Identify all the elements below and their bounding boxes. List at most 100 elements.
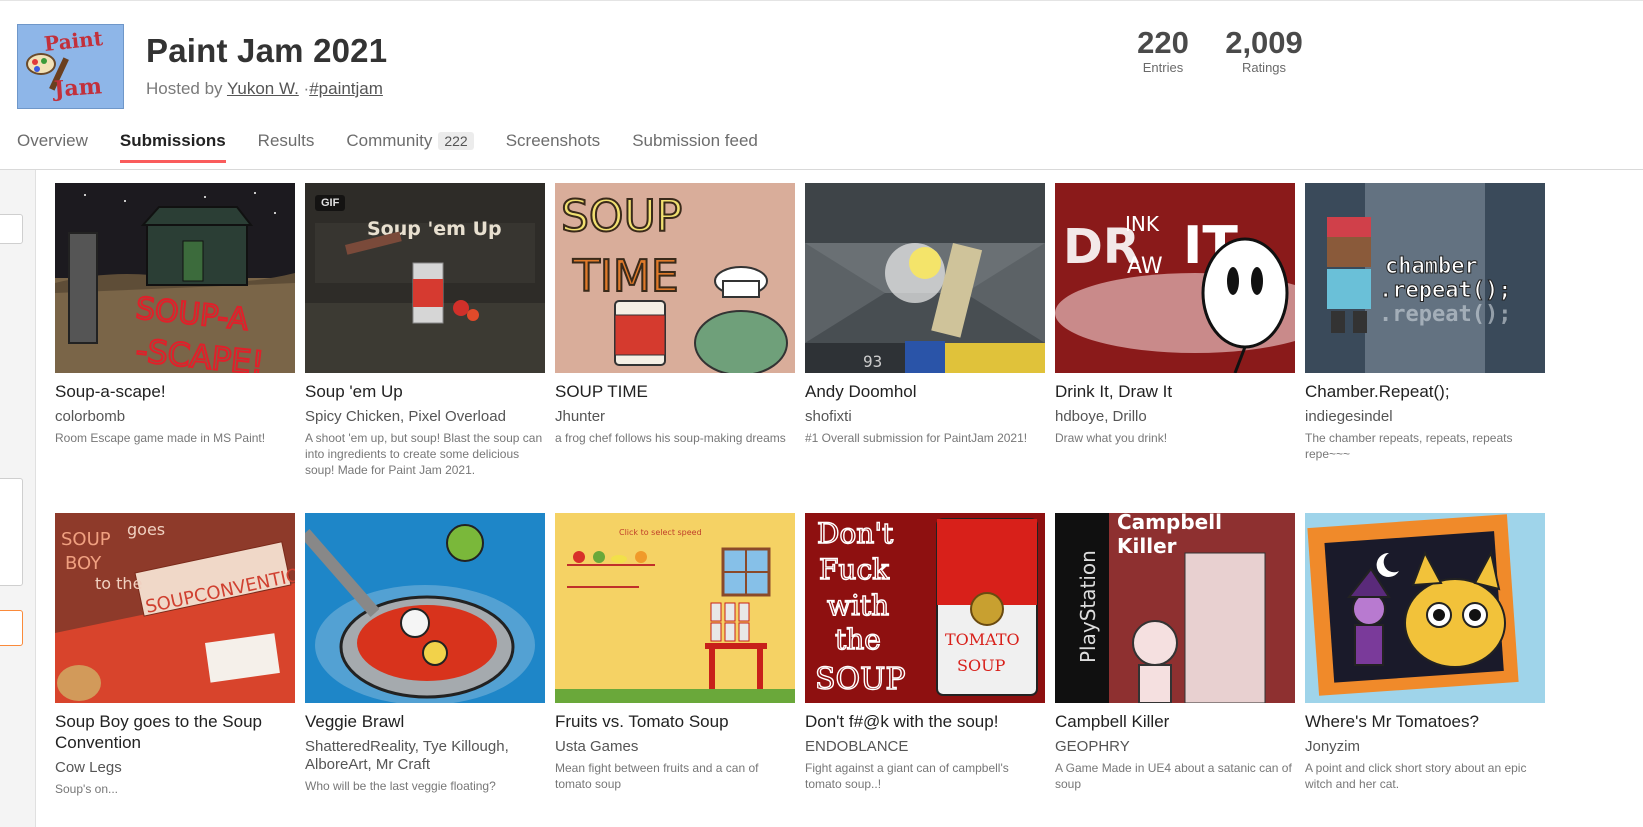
ratings-stat: 2,009 Ratings bbox=[1218, 25, 1310, 76]
game-thumbnail[interactable]: 93 bbox=[805, 183, 1045, 373]
game-title[interactable]: Don't f#@k with the soup! bbox=[805, 711, 1045, 732]
hosted-by-line: Hosted by Yukon W. ·#paintjam bbox=[146, 79, 383, 99]
game-thumbnail[interactable]: Click to select speed bbox=[555, 513, 795, 703]
tab-screenshots[interactable]: Screenshots bbox=[506, 131, 601, 161]
thumb-fruits-vs-tomato: Click to select speed bbox=[555, 513, 795, 703]
jam-header: Paint Jam Paint Jam 2021 Hosted by Yukon… bbox=[0, 0, 1643, 170]
game-description: The chamber repeats, repeats, repeats re… bbox=[1305, 431, 1513, 461]
svg-text:BOY: BOY bbox=[65, 553, 102, 574]
tab-submission-feed[interactable]: Submission feed bbox=[632, 131, 758, 161]
game-author[interactable]: ShatteredReality, Tye Killough, AlboreAr… bbox=[305, 738, 545, 774]
game-author[interactable]: Jonyzim bbox=[1305, 738, 1545, 756]
sidebar-sort-button[interactable] bbox=[0, 610, 23, 646]
tab-results[interactable]: Results bbox=[258, 131, 315, 161]
game-author[interactable]: hdboye, Drillo bbox=[1055, 408, 1295, 426]
svg-text:SOUP: SOUP bbox=[61, 529, 111, 550]
game-description: Draw what you drink! bbox=[1055, 431, 1168, 445]
game-description: Who will be the last veggie floating? bbox=[305, 779, 496, 793]
game-title[interactable]: Fruits vs. Tomato Soup bbox=[555, 711, 795, 732]
game-thumbnail[interactable]: DR INK AW IT bbox=[1055, 183, 1295, 373]
game-description: Fight against a giant can of campbell's … bbox=[805, 761, 1009, 791]
sidebar-filter-panel[interactable] bbox=[0, 478, 23, 586]
palette-icon bbox=[26, 53, 56, 75]
game-description: A Game Made in UE4 about a satanic can o… bbox=[1055, 761, 1292, 791]
svg-text:AW: AW bbox=[1127, 254, 1163, 279]
game-thumbnail[interactable] bbox=[305, 513, 545, 703]
svg-text:goes: goes bbox=[127, 520, 165, 539]
game-thumbnail[interactable] bbox=[1305, 513, 1545, 703]
game-thumbnail[interactable]: SOUPCONVENTION SOUP goes BOY to the bbox=[55, 513, 295, 703]
game-title[interactable]: SOUP TIME bbox=[555, 381, 795, 402]
tab-community-label: Community bbox=[346, 131, 433, 150]
sidebar-search-input[interactable] bbox=[0, 214, 23, 244]
game-title[interactable]: Drink It, Draw It bbox=[1055, 381, 1295, 402]
game-author[interactable]: indiegesindel bbox=[1305, 408, 1545, 426]
thumb-campbell-killer: PlayStation Campbell Killer bbox=[1055, 513, 1295, 703]
svg-text:.repeat();: .repeat(); bbox=[1379, 278, 1511, 303]
game-author[interactable]: Spicy Chicken, Pixel Overload bbox=[305, 408, 545, 426]
jam-title: Paint Jam 2021 bbox=[146, 32, 388, 69]
ratings-count: 2,009 bbox=[1225, 25, 1303, 60]
svg-text:Fuck: Fuck bbox=[819, 553, 890, 586]
game-title[interactable]: Chamber.Repeat(); bbox=[1305, 381, 1545, 402]
entries-stat: 220 Entries bbox=[1128, 25, 1198, 76]
game-title[interactable]: Soup-a-scape! bbox=[55, 381, 295, 402]
thumb-soup-em-up: Soup 'em Up bbox=[305, 183, 545, 373]
game-thumbnail[interactable]: PlayStation Campbell Killer bbox=[1055, 513, 1295, 703]
filter-sidebar bbox=[0, 170, 36, 827]
svg-text:to the: to the bbox=[95, 574, 142, 593]
ratings-label: Ratings bbox=[1241, 60, 1287, 75]
game-title[interactable]: Veggie Brawl bbox=[305, 711, 545, 732]
game-title[interactable]: Andy Doomhol bbox=[805, 381, 1045, 402]
game-thumbnail[interactable]: chamber .repeat(); .repeat(); bbox=[1305, 183, 1545, 373]
hosted-prefix: Hosted by bbox=[146, 79, 223, 98]
gif-badge: GIF bbox=[315, 195, 346, 211]
jam-logo[interactable]: Paint Jam bbox=[17, 24, 124, 109]
game-author[interactable]: GEOPHRY bbox=[1055, 738, 1295, 756]
tab-community[interactable]: Community 222 bbox=[346, 131, 474, 161]
svg-text:Click to select speed: Click to select speed bbox=[619, 528, 702, 537]
svg-text:PlayStation: PlayStation bbox=[1076, 550, 1100, 663]
hashtag-link[interactable]: #paintjam bbox=[309, 79, 383, 98]
svg-text:93: 93 bbox=[863, 352, 882, 371]
logo-word-paint: Paint bbox=[42, 25, 104, 57]
svg-text:.repeat();: .repeat(); bbox=[1379, 302, 1511, 327]
game-title[interactable]: Campbell Killer bbox=[1055, 711, 1295, 732]
thumb-drink-it-draw-it: DR INK AW IT bbox=[1055, 183, 1295, 373]
game-thumbnail[interactable]: Don't Fuck with the SOUP TOMATO SOUP bbox=[805, 513, 1045, 703]
game-thumbnail[interactable]: Soup 'em Up GIF bbox=[305, 183, 545, 373]
thumb-soup-time: SOUP TIME bbox=[555, 183, 795, 373]
game-description: A point and click short story about an e… bbox=[1305, 761, 1527, 791]
game-description: Soup's on... bbox=[55, 782, 118, 796]
thumb-soup-a-scape: SOUP-A -SCAPE! bbox=[55, 183, 295, 373]
game-author[interactable]: Jhunter bbox=[555, 408, 795, 426]
game-title[interactable]: Where's Mr Tomatoes? bbox=[1305, 711, 1545, 732]
svg-text:INK: INK bbox=[1125, 212, 1160, 236]
host-link[interactable]: Yukon W. bbox=[227, 79, 299, 98]
game-author[interactable]: shofixti bbox=[805, 408, 1045, 426]
game-author[interactable]: Usta Games bbox=[555, 738, 795, 756]
game-author[interactable]: ENDOBLANCE bbox=[805, 738, 1045, 756]
svg-text:TOMATO: TOMATO bbox=[945, 630, 1020, 649]
entries-count: 220 bbox=[1137, 25, 1189, 60]
jam-tabs: Overview Submissions Results Community 22… bbox=[17, 131, 790, 163]
game-thumbnail[interactable]: SOUP-A -SCAPE! bbox=[55, 183, 295, 373]
thumb-dont-f-with-the-soup: Don't Fuck with the SOUP TOMATO SOUP bbox=[805, 513, 1045, 703]
logo-word-jam: Jam bbox=[53, 73, 103, 103]
svg-text:Campbell: Campbell bbox=[1117, 513, 1222, 534]
svg-text:SOUP: SOUP bbox=[561, 191, 682, 242]
thumb-soup-boy: SOUPCONVENTION SOUP goes BOY to the bbox=[55, 513, 295, 703]
game-author[interactable]: Cow Legs bbox=[55, 759, 295, 777]
game-title[interactable]: Soup Boy goes to the Soup Convention bbox=[55, 711, 295, 753]
svg-text:SOUP: SOUP bbox=[957, 656, 1006, 675]
svg-text:the: the bbox=[835, 623, 881, 656]
game-author[interactable]: colorbomb bbox=[55, 408, 295, 426]
game-description: a frog chef follows his soup-making drea… bbox=[555, 431, 786, 445]
game-thumbnail[interactable]: SOUP TIME bbox=[555, 183, 795, 373]
tab-overview[interactable]: Overview bbox=[17, 131, 88, 161]
game-description: Room Escape game made in MS Paint! bbox=[55, 431, 266, 445]
thumb-chamber-repeat: chamber .repeat(); .repeat(); bbox=[1305, 183, 1545, 373]
game-title[interactable]: Soup 'em Up bbox=[305, 381, 545, 402]
thumb-wheres-mr-tomatoes bbox=[1305, 513, 1545, 703]
tab-submissions[interactable]: Submissions bbox=[119, 131, 226, 163]
